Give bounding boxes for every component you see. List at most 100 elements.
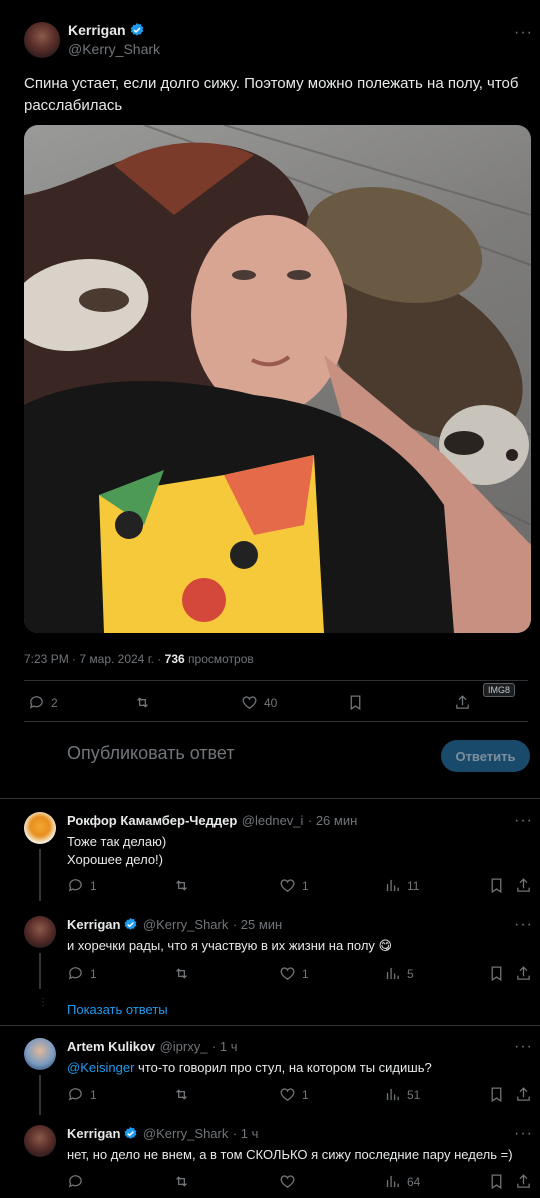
reply-time[interactable]: · 1 ч [233,1126,259,1141]
verified-icon [123,1126,138,1141]
reply-icon [67,1173,84,1190]
reply-author-handle[interactable]: @Kerry_Shark [143,917,228,932]
bookmark-button[interactable] [488,877,505,894]
like-button[interactable]: 1 [279,1086,309,1103]
post-meta: 7:23 PM · 7 мар. 2024 г. · 736 просмотро… [24,652,254,666]
bookmark-icon [488,1086,505,1103]
views-button[interactable]: 11 [384,877,419,894]
bookmark-button[interactable] [488,965,505,982]
repost-button[interactable] [173,1173,190,1190]
more-options-icon[interactable]: ··· [514,1038,533,1056]
views-button[interactable]: 51 [384,1086,420,1103]
share-button[interactable] [515,877,532,894]
share-icon [515,1086,532,1103]
reply-header: Kerrigan @Kerry_Shark · 1 ч [67,1125,258,1143]
reply-avatar[interactable] [24,1038,56,1070]
reply-time[interactable]: · 1 ч [212,1039,238,1054]
repost-button[interactable] [173,965,190,982]
reply-time[interactable]: · 25 мин [233,917,282,932]
photo-illustration [24,125,531,633]
like-button[interactable]: 1 [279,877,309,894]
reply-author-name[interactable]: Artem Kulikov [67,1039,155,1054]
img-badge[interactable]: IMG8 [483,683,516,697]
repost-button[interactable] [173,877,190,894]
more-options-icon[interactable]: ··· [514,24,533,42]
bookmark-icon [347,694,364,711]
bookmark-button[interactable] [488,1086,505,1103]
reply-button[interactable] [67,1173,84,1190]
divider [0,798,540,799]
like-icon [241,694,258,711]
like-button[interactable] [279,1173,296,1190]
reply-text-line: Хорошее дело!) [67,852,164,867]
reply-header: Рокфор Камамбер-Чеддер @lednev_i · 26 ми… [67,812,357,830]
divider [24,680,528,681]
reply-author-name[interactable]: Kerrigan [67,1126,120,1141]
reply-button[interactable]: 1 [67,1086,97,1103]
like-icon [279,877,296,894]
author-handle[interactable]: @Kerry_Shark [68,41,160,57]
bookmark-icon [488,965,505,982]
divider [24,721,528,722]
post-text: Спина устает, если долго сижу. Поэтому м… [24,75,519,114]
divider [0,1025,540,1026]
reply-text-line: нет, но дело не внем, а в том СКОЛЬКО я … [67,1147,513,1162]
share-button[interactable] [515,1086,532,1103]
post-date[interactable]: 7 мар. 2024 г. [79,652,154,666]
repost-button[interactable] [173,1086,190,1103]
verified-icon [129,22,145,38]
like-button[interactable]: 40 [241,694,277,711]
bookmark-button[interactable] [488,1173,505,1190]
reply-author-name[interactable]: Рокфор Камамбер-Чеддер [67,813,237,828]
show-replies-link[interactable]: Показать ответы [67,1002,168,1017]
reply-avatar[interactable] [24,812,56,844]
share-button[interactable] [515,965,532,982]
like-icon [279,1086,296,1103]
author-name[interactable]: Kerrigan [68,22,126,38]
reply-text-line: и хоречки рады, что я участвую в их жизн… [67,938,393,953]
repost-icon [173,1086,190,1103]
reply-submit-button[interactable]: Ответить [441,740,530,772]
post-time[interactable]: 7:23 PM [24,652,69,666]
reply-input[interactable]: Опубликовать ответ [67,743,235,764]
reply-button[interactable]: 1 [67,965,97,982]
post-photo[interactable] [24,125,531,633]
reply-author-handle[interactable]: @lednev_i [242,813,304,828]
reply-author-handle[interactable]: @iprxy_ [160,1039,208,1054]
reply-text-line: Тоже так делаю) [67,834,167,849]
repost-icon [173,877,190,894]
reply-author-handle[interactable]: @Kerry_Shark [143,1126,228,1141]
reply-button[interactable]: 2 [28,694,58,711]
reply-icon [67,965,84,982]
thread-line [39,953,41,989]
reply-avatar[interactable] [24,916,56,948]
like-button[interactable]: 1 [279,965,309,982]
meta-dot: · [157,652,162,666]
mention-link[interactable]: @Keisinger [67,1060,134,1075]
meta-dot: · [72,652,77,666]
views-button[interactable]: 64 [384,1173,420,1190]
share-button[interactable] [454,694,471,711]
bookmark-icon [488,1173,505,1190]
author-avatar[interactable] [24,22,60,58]
views-button[interactable]: 5 [384,965,414,982]
more-options-icon[interactable]: ··· [514,1125,533,1143]
thread-line [39,1075,41,1115]
author-name-row[interactable]: Kerrigan [68,22,145,40]
repost-button[interactable] [134,694,151,711]
reply-avatar[interactable] [24,1125,56,1157]
verified-icon [123,917,138,932]
reply-button[interactable]: 1 [67,877,97,894]
reply-author-name[interactable]: Kerrigan [67,917,120,932]
reply-text-line: @Keisinger что-то говорил про стул, на к… [67,1058,432,1077]
more-options-icon[interactable]: ··· [514,916,533,934]
share-button[interactable] [515,1173,532,1190]
more-options-icon[interactable]: ··· [514,812,533,830]
bookmark-button[interactable] [347,694,364,711]
reply-text: что-то говорил про стул, на котором ты с… [134,1060,432,1075]
reply-icon [67,877,84,894]
bookmark-icon [488,877,505,894]
reply-time[interactable]: · 26 мин [308,813,357,828]
thread-dots: ⋮ [38,997,48,1008]
like-icon [279,965,296,982]
